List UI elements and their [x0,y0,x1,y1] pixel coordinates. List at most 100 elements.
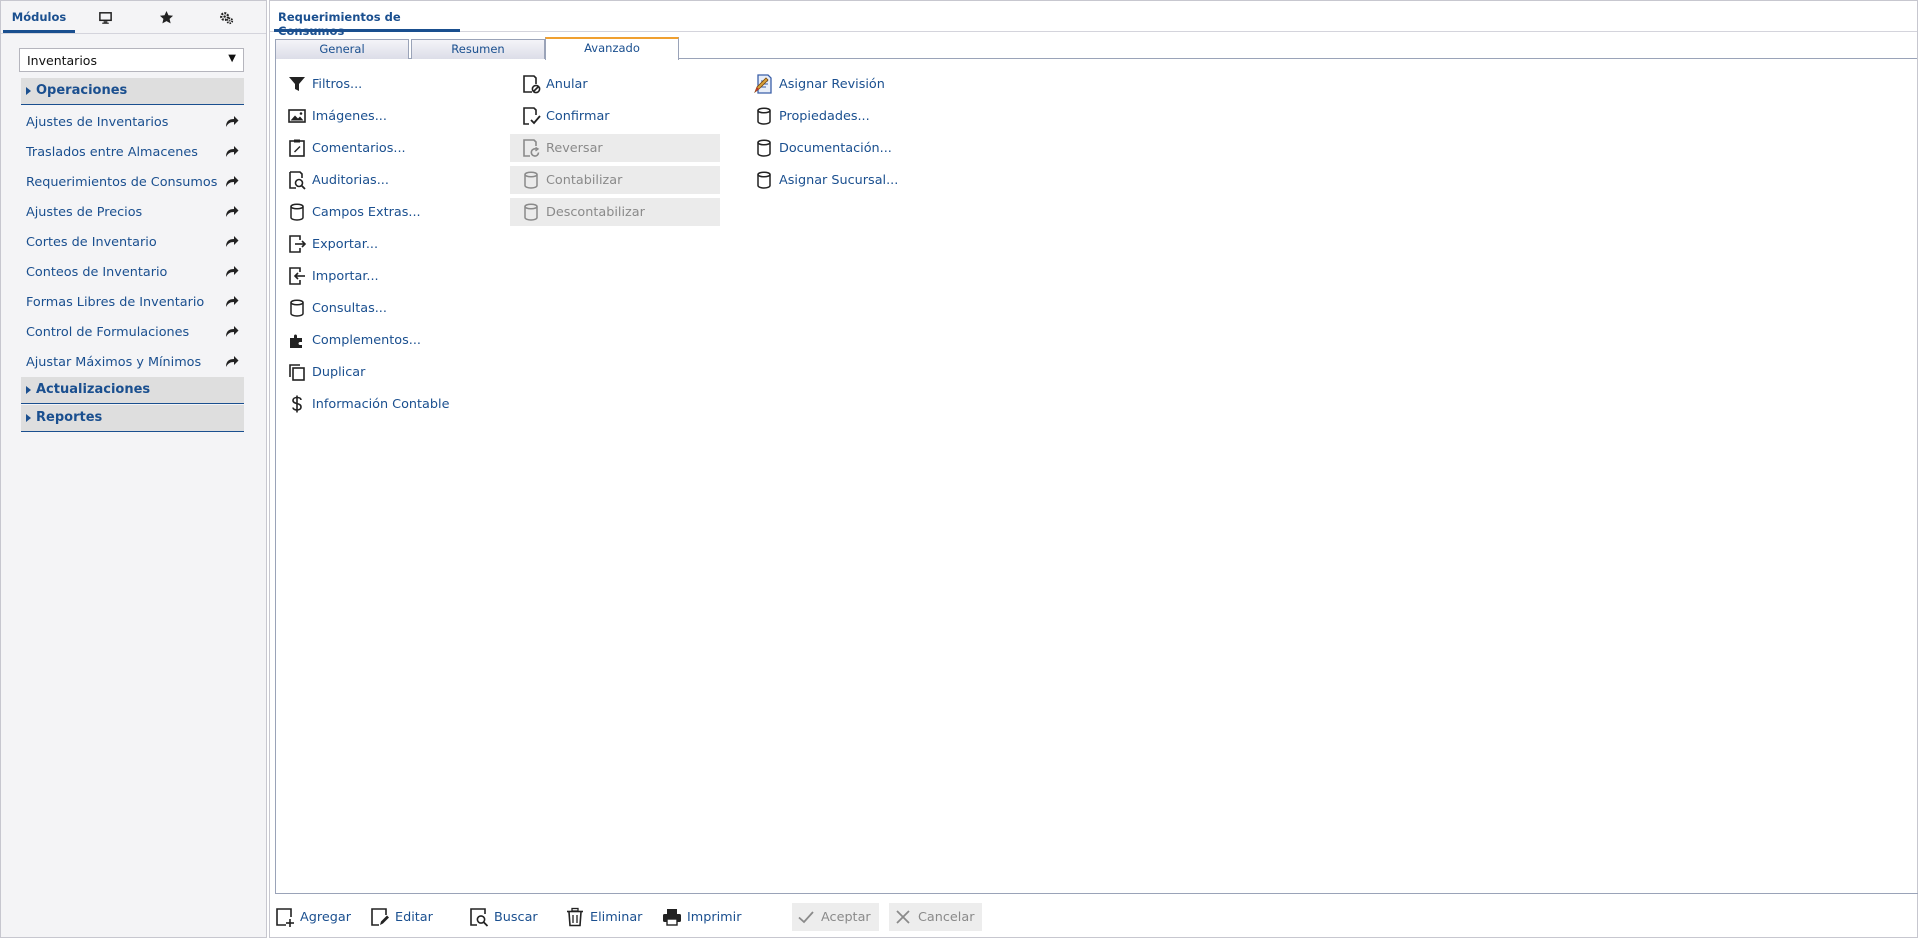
action-exportar[interactable]: Exportar... [276,230,486,258]
action-label: Propiedades... [779,108,870,124]
menu-item-label: Ajustar Máximos y Mínimos [26,355,202,370]
action-campos-extras[interactable]: Campos Extras... [276,198,486,226]
menu-item-formas-libres[interactable]: Formas Libres de Inventario [26,295,244,317]
menu-item-label: Requerimientos de Consumos [26,175,218,190]
menu-item-label: Conteos de Inventario [26,265,168,280]
share-arrow-icon [226,326,239,337]
action-documentacion[interactable]: Documentación... [743,134,953,162]
accept-button[interactable]: Aceptar [792,903,879,931]
action-consultas[interactable]: Consultas... [276,294,486,322]
tab-desktop[interactable] [85,1,125,33]
action-asignar-revision[interactable]: Asignar Revisión [743,70,953,98]
action-comentarios[interactable]: Comentarios... [276,134,486,162]
action-propiedades[interactable]: Propiedades... [743,102,953,130]
menu-item-ajustes-precios[interactable]: Ajustes de Precios [26,205,244,227]
search-button-label: Buscar [494,909,538,925]
action-reversar[interactable]: Reversar [510,134,720,162]
section-label: Operaciones [36,83,128,98]
action-label: Documentación... [779,140,892,156]
action-anular[interactable]: Anular [510,70,720,98]
close-icon [896,910,910,924]
filter-icon [289,77,305,91]
caret-right-icon [26,87,31,95]
search-button[interactable]: Buscar [469,903,538,931]
action-label: Reversar [546,140,603,156]
database-icon [524,203,538,221]
copy-icon [289,364,305,381]
action-contabilizar[interactable]: Contabilizar [510,166,720,194]
action-complementos[interactable]: Complementos... [276,326,486,354]
action-label: Exportar... [312,236,379,252]
share-arrow-icon [226,296,239,307]
trash-icon [567,907,583,927]
edit-button-label: Editar [395,909,433,925]
menu-item-label: Control de Formulaciones [26,325,190,340]
delete-button-label: Eliminar [590,909,643,925]
cancel-button[interactable]: Cancelar [889,903,983,931]
action-label: Campos Extras... [312,204,421,220]
add-document-icon [276,908,294,927]
delete-button[interactable]: Eliminar [565,903,642,931]
action-imagenes[interactable]: Imágenes... [276,102,486,130]
action-importar[interactable]: Importar... [276,262,486,290]
tab-modules[interactable]: Módulos [3,1,75,33]
action-asignar-sucursal[interactable]: Asignar Sucursal... [743,166,953,194]
void-document-icon [523,75,541,94]
module-select[interactable]: Inventarios ▼ [19,48,244,72]
share-arrow-icon [226,266,239,277]
edit-button[interactable]: Editar [370,903,433,931]
action-label: Comentarios... [312,140,406,156]
menu-item-ajustes-inventarios[interactable]: Ajustes de Inventarios [26,115,244,137]
action-label: Filtros... [312,76,363,92]
action-informacion-contable[interactable]: Información Contable [276,390,486,418]
puzzle-icon [290,334,302,348]
menu-item-requerimientos-consumos[interactable]: Requerimientos de Consumos [26,175,244,197]
action-descontabilizar[interactable]: Descontabilizar [510,198,720,226]
share-arrow-icon [226,356,239,367]
share-arrow-icon [226,116,239,127]
menu-item-control-formulaciones[interactable]: Control de Formulaciones [26,325,244,347]
action-confirmar[interactable]: Confirmar [510,102,720,130]
edit-document-icon [371,908,389,926]
database-icon [290,203,304,221]
menu-item-traslados-almacenes[interactable]: Traslados entre Almacenes [26,145,244,167]
add-button-label: Agregar [300,909,351,925]
database-icon [757,139,771,157]
menu-item-conteos-inventario[interactable]: Conteos de Inventario [26,265,244,287]
accept-button-label: Aceptar [821,909,871,925]
tab-avanzado[interactable]: Avanzado [545,37,679,60]
section-reportes[interactable]: Reportes [21,405,244,432]
dollar-icon [292,395,302,413]
audit-icon [289,171,306,190]
action-label: Anular [546,76,588,92]
share-arrow-icon [226,236,239,247]
caret-right-icon [26,414,31,422]
action-duplicar[interactable]: Duplicar [276,358,486,386]
tab-bar: General Resumen Avanzado [275,37,1917,60]
tab-resumen[interactable]: Resumen [411,39,545,59]
import-icon [289,267,305,285]
tab-favorites[interactable] [146,1,186,33]
image-icon [288,109,306,123]
menu-item-label: Traslados entre Almacenes [26,145,198,160]
action-filtros[interactable]: Filtros... [276,70,486,98]
menu-item-cortes-inventario[interactable]: Cortes de Inventario [26,235,244,257]
section-actualizaciones[interactable]: Actualizaciones [21,377,244,404]
print-button[interactable]: Imprimir [662,903,741,931]
section-operaciones[interactable]: Operaciones [21,78,244,105]
action-label: Importar... [312,268,379,284]
menu-item-label: Cortes de Inventario [26,235,157,250]
advanced-actions-panel: Filtros... Imágenes... Comentarios... Au… [275,59,1918,894]
tab-settings[interactable] [206,1,246,33]
add-button[interactable]: Agregar [275,903,351,931]
database-icon [757,107,771,125]
action-label: Consultas... [312,300,387,316]
action-auditorias[interactable]: Auditorias... [276,166,486,194]
menu-item-ajustar-maximos-minimos[interactable]: Ajustar Máximos y Mínimos [26,355,244,377]
tab-general[interactable]: General [275,39,409,59]
page-title[interactable]: Requerimientos de Consumos [274,1,460,38]
clipboard-icon [289,139,305,157]
section-label: Actualizaciones [36,382,151,397]
menu-item-label: Ajustes de Inventarios [26,115,169,130]
document-header: Requerimientos de Consumos [270,1,1917,38]
